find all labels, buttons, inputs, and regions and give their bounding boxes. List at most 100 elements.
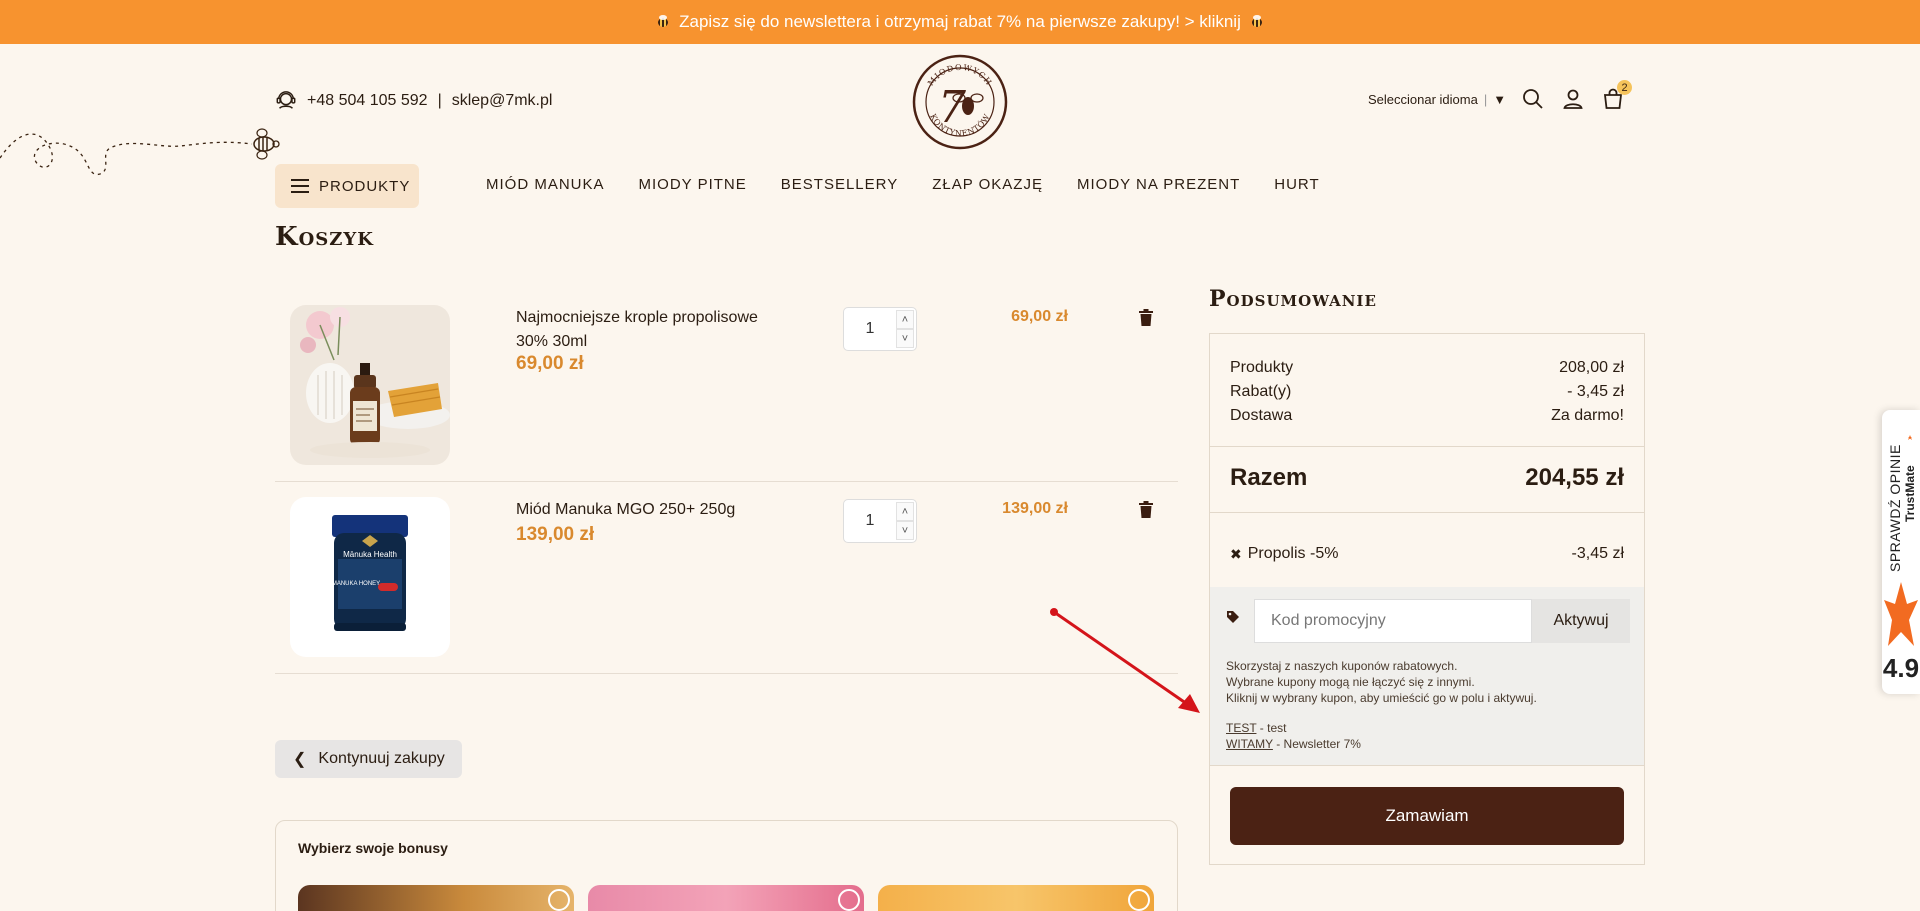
coupon-code-input[interactable] [1254,599,1532,643]
total-label: Razem [1230,464,1308,491]
coupon-help-line: Wybrane kupony mogą nie łączyć się z inn… [1226,675,1475,689]
headset-icon [276,91,296,109]
trustmate-brand: TrustMate [1903,465,1916,522]
nav-item-miody-na-prezent[interactable]: MIODY NA PREZENT [1077,176,1240,193]
divider [1210,446,1644,447]
discount-name: Propolis -5% [1247,545,1339,562]
chevron-down-icon: ▼ [1493,91,1507,107]
phone-link[interactable]: +48 504 105 592 [307,92,428,110]
email-link[interactable]: sklep@7mk.pl [452,92,553,110]
product-image-propolis[interactable] [290,305,450,465]
chevron-up-icon[interactable]: ˄ [896,310,914,329]
main-nav: MIÓD MANUKA MIODY PITNE BESTSELLERY ZŁAP… [486,176,1320,193]
trustmate-label: SPRAWDŹ OPINIE TrustMate [1887,435,1916,572]
cart-item-line-total: 69,00 zł [1011,308,1068,325]
coupon-help-text: Skorzystaj z naszych kuponów rabatowych.… [1226,658,1537,706]
cart-item-price: 69,00 zł [516,353,584,374]
cart-icon[interactable]: 2 [1600,80,1633,112]
star-icon [1884,582,1918,646]
quantity-stepper[interactable]: ˄ ˅ [843,307,917,351]
remove-discount-icon[interactable]: ✖ [1230,546,1242,563]
jar-type-label: MANUKA HONEY [332,581,380,587]
language-select[interactable]: Seleccionar idioma | ▼ [1368,92,1506,107]
quantity-input[interactable] [844,500,896,542]
coupon-code-link[interactable]: WITAMY [1226,737,1273,751]
bee-icon [655,15,671,29]
summary-line-value: 208,00 zł [1559,359,1624,376]
chevron-down-icon[interactable]: ˅ [896,521,914,540]
product-image-manuka[interactable]: Mānuka Health MANUKA HONEY [290,497,450,657]
chevron-down-icon[interactable]: ˅ [896,329,914,348]
page-title: Koszyk [275,222,374,252]
cart-count-badge: 2 [1617,80,1633,95]
summary-line-value: Za darmo! [1551,407,1624,424]
cart-item-price: 139,00 zł [516,524,595,545]
cart-item-name[interactable]: Najmocniejsze krople propolisowe 30% 30m… [516,306,786,354]
bonus-title: Wybierz swoje bonusy [298,840,448,856]
place-order-button[interactable]: Zamawiam [1230,787,1624,845]
bee-icon [1249,15,1265,29]
trustmate-widget[interactable]: SPRAWDŹ OPINIE TrustMate 4.9 [1882,410,1920,694]
summary-total: Razem 204,55 zł [1230,464,1624,492]
activate-coupon-button[interactable]: Aktywuj [1532,599,1630,643]
coupon-code-link[interactable]: TEST [1226,721,1256,735]
coupon-list: TEST - test WITAMY - Newsletter 7% [1226,720,1361,752]
bonus-radio[interactable] [838,889,860,911]
continue-shopping-label: Kontynuuj zakupy [318,750,445,767]
summary-line: Produkty 208,00 zł [1230,356,1624,380]
summary-line-label: Rabat(y) [1230,383,1292,400]
nav-item-miody-pitne[interactable]: MIODY PITNE [639,176,747,193]
contact-separator: | [437,92,442,109]
summary-lines: Produkty 208,00 zł Rabat(y) - 3,45 zł Do… [1230,356,1624,428]
products-menu-label: PRODUKTY [319,177,411,195]
summary-line-value: - 3,45 zł [1567,383,1624,400]
coupon-item: TEST - test [1226,720,1361,736]
summary-line: Rabat(y) - 3,45 zł [1230,380,1624,404]
summary-line: Dostawa Za darmo! [1230,404,1624,428]
continue-shopping-button[interactable]: ❮ Kontynuuj zakupy [275,740,462,778]
jar-brand-label: Mānuka Health [343,550,397,559]
coupon-help-line: Kliknij w wybrany kupon, aby umieścić go… [1226,691,1537,705]
coupon-help-line: Skorzystaj z naszych kuponów rabatowych. [1226,659,1458,673]
newsletter-banner-text[interactable]: Zapisz się do newslettera i otrzymaj rab… [679,12,1241,32]
user-icon[interactable] [1560,86,1586,112]
products-menu-button[interactable]: PRODUKTY [275,164,419,208]
newsletter-banner[interactable]: Zapisz się do newslettera i otrzymaj rab… [0,0,1920,44]
bonus-card[interactable] [878,885,1154,911]
quantity-input[interactable] [844,308,896,350]
cart-item-name[interactable]: Miód Manuka MGO 250+ 250g [516,498,786,522]
coupon-section: Aktywuj Skorzystaj z naszych kuponów rab… [1210,587,1644,765]
chevron-left-icon: ❮ [293,751,307,768]
logo-digit: 7 [938,82,966,133]
trustmate-rating: 4.9 [1882,653,1920,683]
trustmate-cta: SPRAWDŹ OPINIE [1887,444,1903,572]
search-icon[interactable] [1520,86,1546,112]
nav-item-bestsellery[interactable]: BESTSELLERY [781,176,898,193]
coupon-description: - test [1256,721,1287,735]
cart-item: Najmocniejsze krople propolisowe 30% 30m… [275,290,1178,482]
trash-icon[interactable] [1136,500,1156,520]
summary-line-label: Produkty [1230,359,1294,376]
bee-flight-decoration [0,128,280,175]
cart-item-line-total: 139,00 zł [1002,500,1068,517]
nav-item-hurt[interactable]: HURT [1274,176,1319,193]
bonus-radio[interactable] [1128,889,1150,911]
language-label: Seleccionar idioma [1368,91,1478,107]
divider [1210,512,1644,513]
quantity-stepper[interactable]: ˄ ˅ [843,499,917,543]
store-logo[interactable]: MIODOWYCH KONTYNENTÓW 7 [912,54,1008,150]
chevron-up-icon[interactable]: ˄ [896,502,914,521]
bonus-card[interactable] [298,885,574,911]
bonus-card[interactable] [588,885,864,911]
header-tools: Seleccionar idioma | ▼ 2 [1368,80,1633,112]
nav-item-miod-manuka[interactable]: MIÓD MANUKA [486,176,605,193]
bonus-radio[interactable] [548,889,570,911]
language-separator: | [1483,91,1488,107]
coupon-description: - Newsletter 7% [1272,737,1361,751]
contact-info: +48 504 105 592 | sklep@7mk.pl [275,90,552,112]
summary-title: Podsumowanie [1209,286,1377,312]
trash-icon[interactable] [1136,308,1156,328]
nav-item-zlap-okazje[interactable]: ZŁAP OKAZJĘ [932,176,1043,193]
order-summary: Produkty 208,00 zł Rabat(y) - 3,45 zł Do… [1209,333,1645,865]
tag-icon [1227,611,1239,623]
